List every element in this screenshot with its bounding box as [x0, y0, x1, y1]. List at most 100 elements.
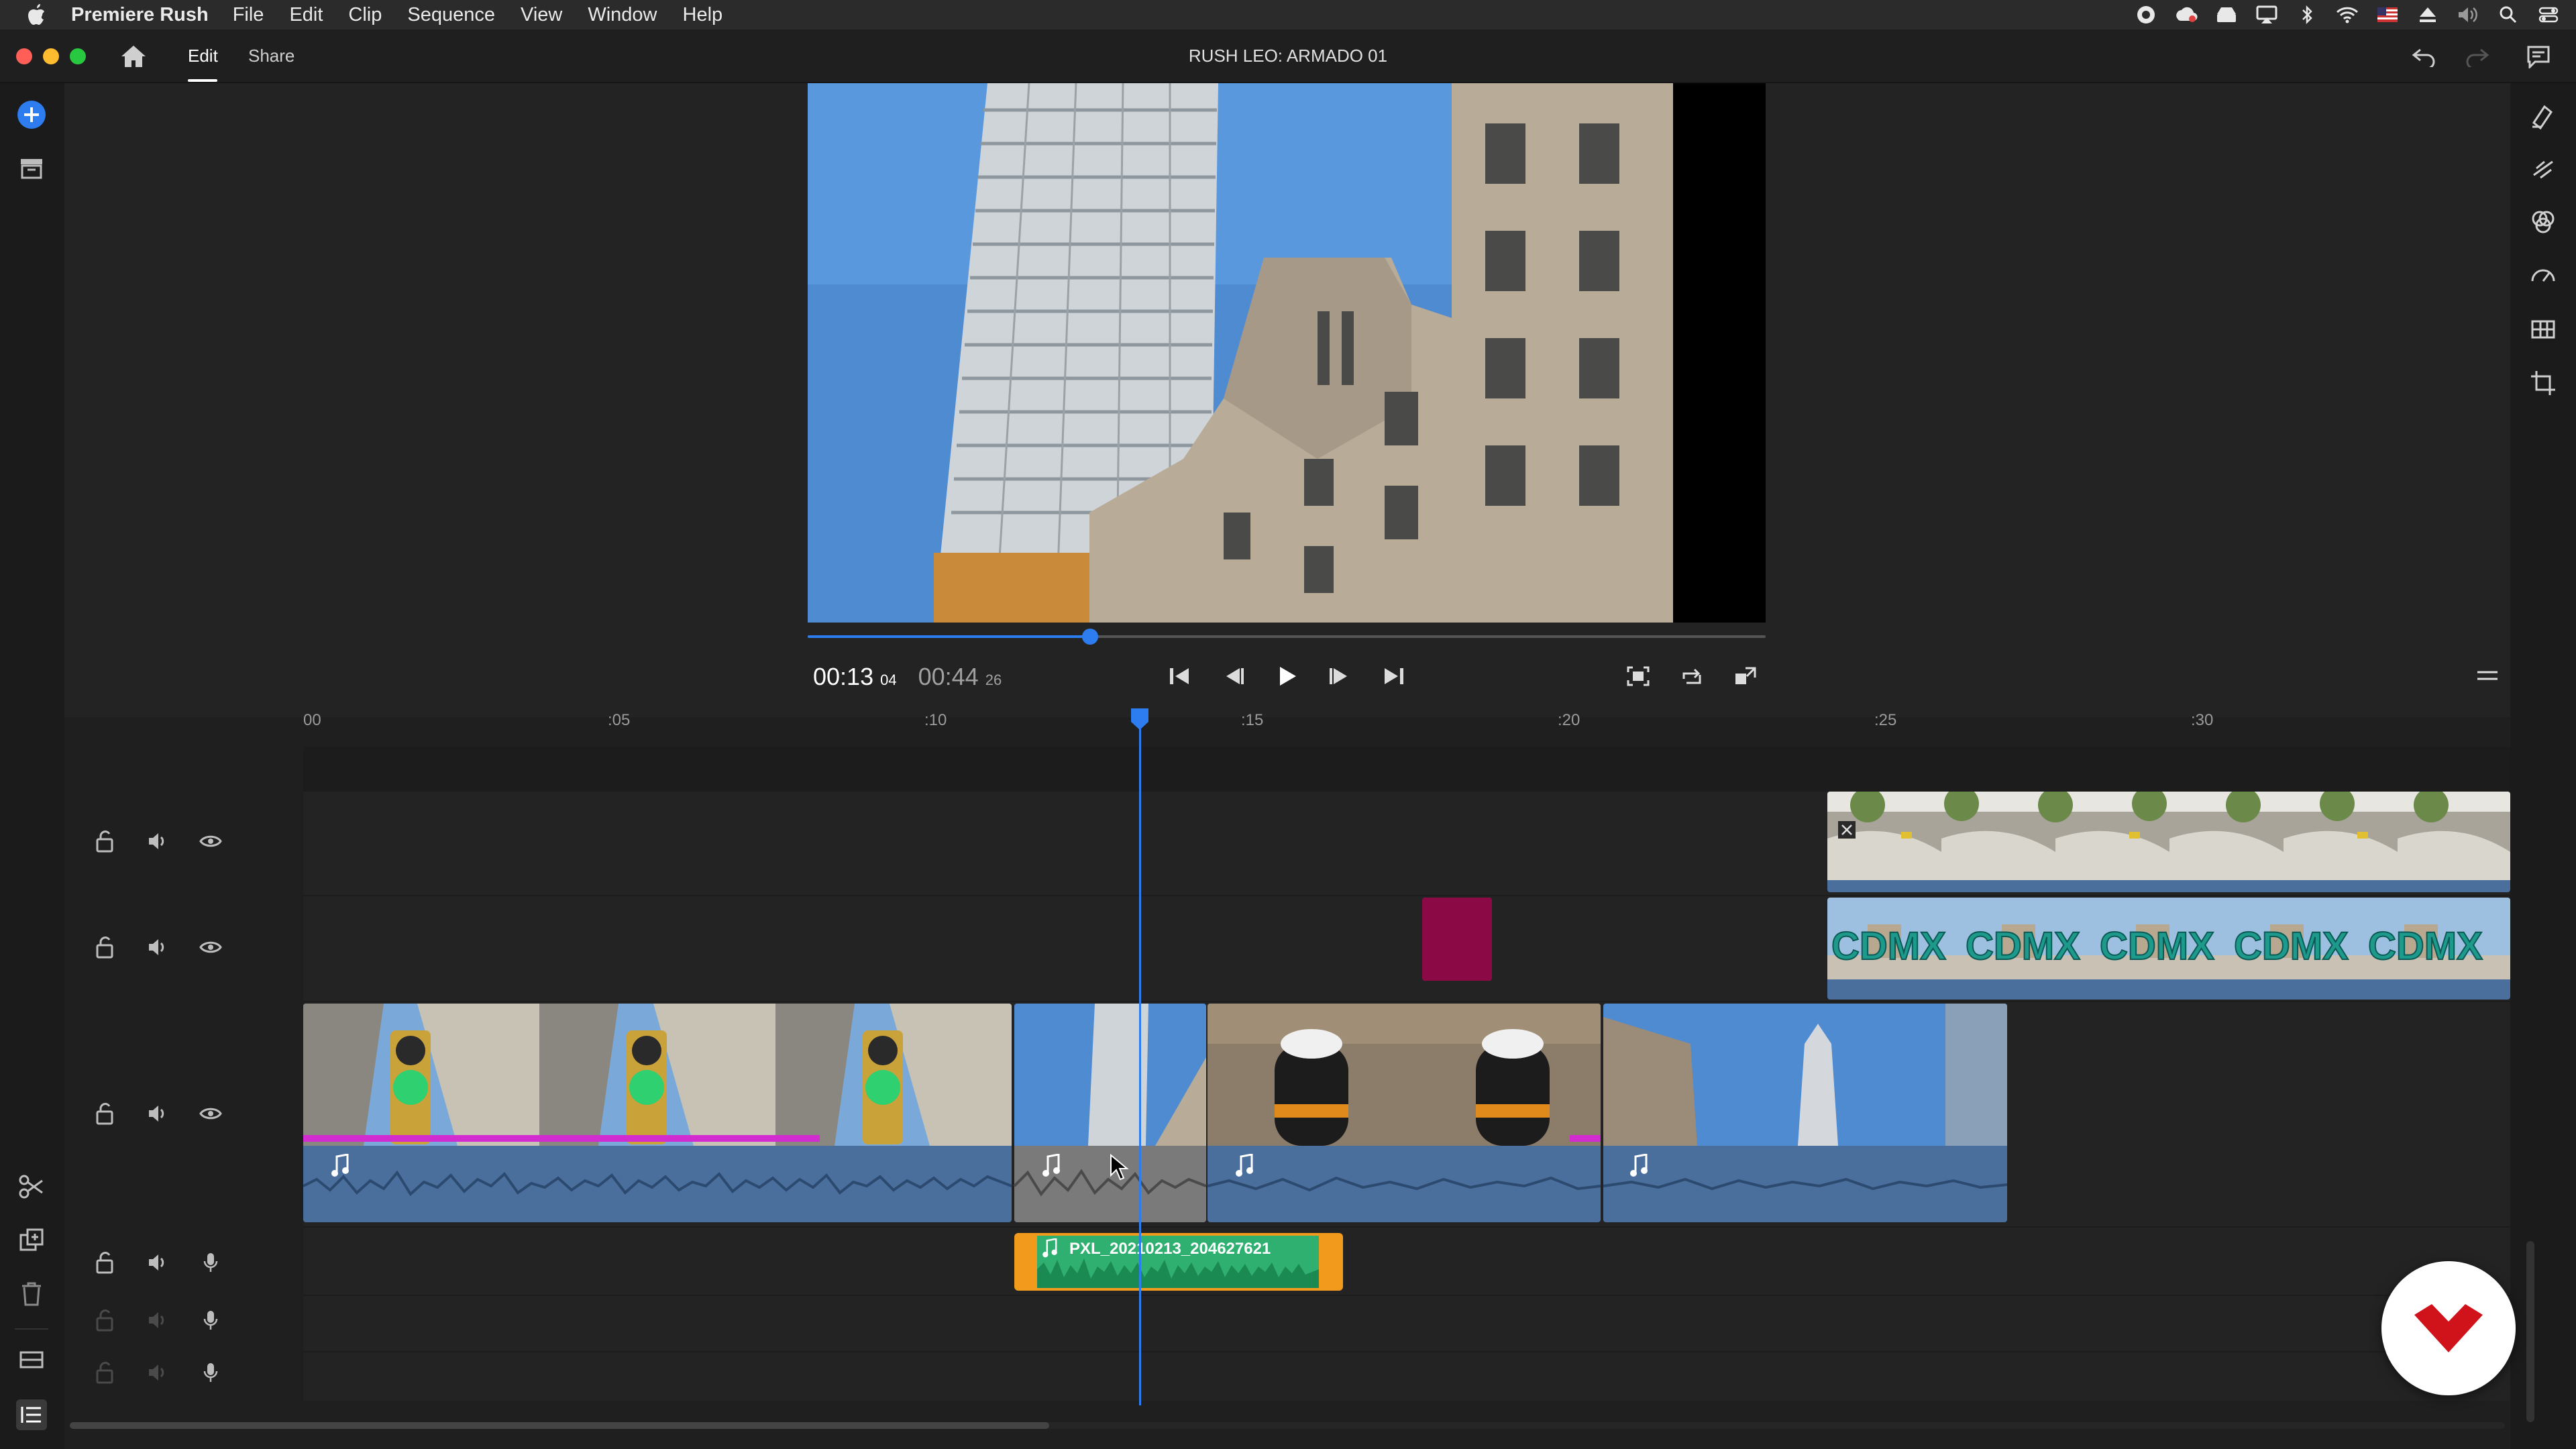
speaker-icon[interactable] — [145, 828, 172, 855]
wifi-icon[interactable] — [2336, 5, 2359, 25]
creative-cloud-icon[interactable] — [2175, 5, 2198, 25]
titles-icon[interactable] — [2528, 101, 2559, 131]
apple-icon[interactable] — [27, 3, 47, 26]
bluetooth-icon[interactable] — [2296, 5, 2318, 25]
duplicate-icon[interactable] — [16, 1225, 47, 1256]
timeline-scroll-thumb[interactable] — [70, 1422, 1049, 1429]
spotlight-search-icon[interactable] — [2497, 5, 2520, 25]
fullscreen-icon[interactable] — [1731, 661, 1760, 691]
app-menu-premiere-rush[interactable]: Premiere Rush — [71, 4, 209, 26]
speaker-icon[interactable] — [145, 1307, 172, 1334]
crop-transform-icon[interactable] — [2528, 368, 2559, 398]
speaker-icon[interactable] — [145, 1100, 172, 1127]
go-to-start-icon[interactable] — [1165, 661, 1194, 691]
audio-clip[interactable]: PXL_20210213_204627621 — [1014, 1233, 1343, 1291]
status-icons — [2135, 0, 2560, 30]
audio-track-1 — [303, 1228, 2510, 1295]
redo-icon[interactable] — [2462, 42, 2491, 71]
logo-icon — [2414, 1304, 2483, 1352]
us-flag-icon[interactable] — [2376, 5, 2399, 25]
music-note-icon — [1236, 1154, 1253, 1177]
speed-icon[interactable] — [2528, 260, 2559, 291]
microphone-icon[interactable] — [197, 1307, 224, 1334]
speaker-icon[interactable] — [145, 934, 172, 961]
control-center-icon[interactable] — [2537, 5, 2560, 25]
audio-track-3 — [303, 1352, 2510, 1401]
eye-icon[interactable] — [197, 934, 224, 961]
current-frames: 04 — [880, 672, 897, 688]
audio-mixer-icon[interactable] — [2528, 314, 2559, 345]
duration-frames: 26 — [985, 672, 1002, 688]
video-clip-cdmx[interactable]: CDMX CDMX CDMX CDMX CDMX — [1827, 898, 2510, 1000]
lock-icon[interactable] — [91, 1359, 118, 1386]
audio-clip-name: PXL_20210213_204627621 — [1069, 1240, 1271, 1258]
music-note-icon — [331, 1154, 349, 1177]
transitions-icon[interactable] — [2528, 153, 2559, 184]
lock-icon[interactable] — [91, 828, 118, 855]
eye-icon[interactable] — [197, 828, 224, 855]
record-icon[interactable] — [2135, 5, 2157, 25]
step-back-icon[interactable] — [1218, 661, 1248, 691]
menu-edit[interactable]: Edit — [289, 4, 323, 26]
undo-icon[interactable] — [2410, 42, 2439, 71]
go-to-end-icon[interactable] — [1379, 661, 1409, 691]
playhead-handle[interactable] — [1130, 707, 1150, 731]
clip-thumbnails — [1827, 792, 2510, 892]
trash-icon[interactable] — [16, 1279, 47, 1309]
menu-help[interactable]: Help — [683, 4, 723, 26]
menu-clip[interactable]: Clip — [348, 4, 382, 26]
ruler-label: :25 — [1874, 711, 1897, 729]
timecode-display: 00:13 04 00:44 26 — [813, 663, 1002, 691]
macos-menu-bar: Premiere Rush File Edit Clip Sequence Vi… — [0, 0, 2576, 30]
project-title: RUSH LEO: ARMADO 01 — [1188, 46, 1388, 66]
active-tab-indicator — [188, 79, 217, 82]
ruler-label: :15 — [1241, 711, 1264, 729]
eject-icon[interactable] — [2416, 5, 2439, 25]
watermark-logo — [2381, 1261, 2516, 1395]
plus-circle-icon[interactable] — [16, 99, 47, 130]
video-clip-traffic[interactable] — [1827, 792, 2510, 892]
svg-text:CDMX: CDMX — [2234, 924, 2349, 968]
loop-icon[interactable] — [1677, 661, 1707, 691]
playhead-line[interactable] — [1139, 718, 1142, 1405]
ruler-label: :20 — [1558, 711, 1580, 729]
mouse-cursor-icon — [1110, 1154, 1129, 1181]
color-icon[interactable] — [2528, 207, 2559, 237]
scissors-icon[interactable] — [16, 1171, 47, 1202]
lock-icon[interactable] — [91, 1249, 118, 1276]
lock-icon[interactable] — [91, 934, 118, 961]
menu-sequence[interactable]: Sequence — [407, 4, 495, 26]
microphone-icon[interactable] — [197, 1359, 224, 1386]
play-icon[interactable] — [1272, 661, 1301, 691]
list-icon[interactable] — [16, 1399, 47, 1430]
lock-icon[interactable] — [91, 1100, 118, 1127]
speaker-icon[interactable] — [145, 1249, 172, 1276]
feedback-icon[interactable] — [2524, 42, 2553, 71]
monitor-menu-icon[interactable] — [2473, 661, 2502, 691]
track-controls-icon[interactable] — [16, 1344, 47, 1375]
lock-icon[interactable] — [91, 1307, 118, 1334]
airplay-icon[interactable] — [2255, 5, 2278, 25]
timeline-vertical-scrollbar[interactable] — [2526, 1241, 2534, 1422]
menu-view[interactable]: View — [521, 4, 562, 26]
fit-frame-icon[interactable] — [1623, 661, 1653, 691]
speaker-icon[interactable] — [145, 1359, 172, 1386]
volume-icon[interactable] — [2457, 5, 2479, 25]
music-note-icon — [1630, 1154, 1648, 1177]
eye-icon[interactable] — [197, 1100, 224, 1127]
step-forward-icon[interactable] — [1326, 661, 1355, 691]
drive-icon[interactable] — [2215, 5, 2238, 25]
preview-image — [808, 83, 1766, 623]
music-note-icon — [1042, 1238, 1057, 1258]
audio-track-2 — [303, 1296, 2510, 1351]
menu-file[interactable]: File — [233, 4, 264, 26]
rail-divider — [15, 1328, 48, 1330]
menu-window[interactable]: Window — [588, 4, 657, 26]
title-clip[interactable] — [1422, 898, 1492, 981]
svg-text:CDMX: CDMX — [2100, 924, 2214, 968]
archive-icon[interactable] — [16, 153, 47, 184]
video-preview[interactable] — [808, 83, 1766, 623]
duration-time: 00:44 — [918, 663, 979, 690]
timeline-ruler[interactable] — [64, 717, 2510, 747]
microphone-icon[interactable] — [197, 1249, 224, 1276]
